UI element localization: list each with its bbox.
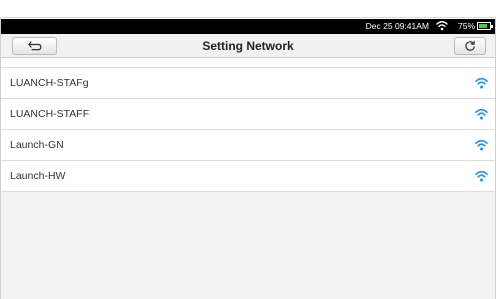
- top-margin: [0, 0, 496, 18]
- network-row[interactable]: LUANCH-STAFg: [1, 68, 495, 99]
- status-bar: Dec 25 09:41AM 75%: [1, 19, 495, 34]
- network-ssid: LUANCH-STAFF: [10, 108, 90, 120]
- battery-icon: [477, 22, 493, 30]
- page-title: Setting Network: [202, 39, 294, 53]
- status-time: Dec 25 09:41AM: [365, 21, 429, 31]
- network-ssid: LUANCH-STAFg: [10, 77, 89, 89]
- refresh-button[interactable]: [454, 37, 486, 55]
- wifi-signal-icon: [475, 108, 488, 120]
- network-row[interactable]: LUANCH-STAFF: [1, 99, 495, 130]
- wifi-signal-icon: [475, 77, 488, 89]
- wifi-signal-icon: [475, 170, 488, 182]
- empty-list-area: [1, 192, 495, 299]
- header-bar: Setting Network: [1, 34, 495, 58]
- network-row[interactable]: Launch-HW: [1, 161, 495, 192]
- battery-fill: [479, 24, 487, 28]
- refresh-icon: [465, 40, 475, 51]
- status-wifi-icon: [436, 21, 448, 31]
- network-row[interactable]: Launch-GN: [1, 130, 495, 161]
- battery-percent: 75%: [457, 21, 475, 31]
- wifi-signal-icon: [475, 139, 488, 151]
- device-screen: Dec 25 09:41AM 75% Setting Network LUANC: [0, 0, 496, 299]
- network-ssid: Launch-HW: [10, 170, 66, 182]
- network-ssid: Launch-GN: [10, 139, 64, 151]
- network-list: LUANCH-STAFg LUANCH-STAFF Launch-GN Launch-…: [1, 67, 495, 192]
